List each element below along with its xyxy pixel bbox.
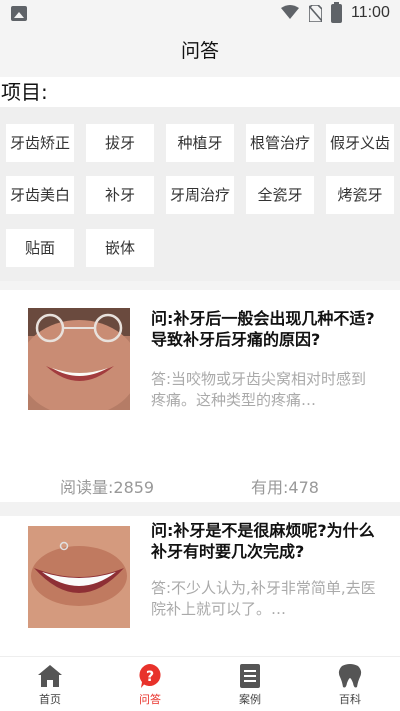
tag-periodontal[interactable]: 牙周治疗	[166, 176, 234, 214]
category-label: 项目:	[0, 77, 400, 107]
article-question: 问:补牙后一般会出现几种不适?导致补牙后牙痛的原因?	[151, 309, 375, 349]
tab-wiki[interactable]: 百科	[300, 657, 400, 711]
page-title: 问答	[180, 40, 219, 62]
tag-root-canal[interactable]: 根管治疗	[246, 124, 314, 162]
article-question: 问:补牙是不是很麻烦呢?为什么补牙有时要几次完成?	[151, 521, 375, 561]
tag-whitening[interactable]: 牙齿美白	[6, 176, 74, 214]
article-card[interactable]: 问:补牙后一般会出现几种不适?导致补牙后牙痛的原因? 答:当咬物或牙齿尖窝相对时…	[0, 290, 400, 502]
article-card[interactable]: 问:补牙是不是很麻烦呢?为什么补牙有时要几次完成? 答:不少人认为,补牙非常简单…	[0, 516, 400, 656]
tag-implant[interactable]: 种植牙	[166, 124, 234, 162]
article-answer: 答:不少人认为,补牙非常简单,去医院补上就可以了。…	[151, 579, 376, 618]
article-thumbnail	[28, 308, 130, 410]
tooth-icon	[338, 664, 362, 688]
tab-home[interactable]: 首页	[0, 657, 100, 711]
battery-icon	[331, 2, 342, 23]
image-notification-icon	[11, 6, 27, 21]
tab-home-label: 首页	[39, 693, 61, 706]
useful-count: 有用:478	[251, 478, 319, 497]
status-time: 11:00	[351, 4, 390, 21]
wifi-icon	[281, 5, 299, 19]
question-icon: ?	[139, 664, 161, 688]
svg-text:?: ?	[146, 669, 154, 685]
title-bar: 问答	[0, 28, 400, 76]
tag-filling[interactable]: 补牙	[86, 176, 154, 214]
tag-veneer[interactable]: 贴面	[6, 229, 74, 267]
tag-extraction[interactable]: 拔牙	[86, 124, 154, 162]
tab-cases[interactable]: 案例	[200, 657, 300, 711]
article-thumbnail	[28, 526, 130, 628]
article-list: 问:补牙后一般会出现几种不适?导致补牙后牙痛的原因? 答:当咬物或牙齿尖窝相对时…	[0, 290, 400, 656]
tag-orthodontics[interactable]: 牙齿矫正	[6, 124, 74, 162]
home-icon	[38, 665, 62, 687]
tab-qa-label: 问答	[139, 693, 161, 706]
status-bar: 11:00	[0, 0, 400, 28]
tag-inlay[interactable]: 嵌体	[86, 229, 154, 267]
tab-qa[interactable]: ? 问答	[100, 657, 200, 711]
tag-porcelain[interactable]: 烤瓷牙	[326, 176, 394, 214]
bottom-tab-bar: 首页 ? 问答 案例 百科	[0, 656, 400, 711]
tag-all-ceramic[interactable]: 全瓷牙	[246, 176, 314, 214]
document-icon	[240, 664, 260, 688]
tab-cases-label: 案例	[239, 693, 261, 706]
no-sim-icon	[309, 5, 322, 22]
category-tags: 牙齿矫正 拔牙 种植牙 根管治疗 假牙义齿 牙齿美白 补牙 牙周治疗 全瓷牙 烤…	[0, 107, 400, 281]
article-answer: 答:当咬物或牙齿尖窝相对时感到疼痛。这种类型的疼痛…	[151, 370, 367, 409]
tag-dentures[interactable]: 假牙义齿	[326, 124, 394, 162]
divider	[0, 502, 400, 516]
read-count: 阅读量:2859	[60, 478, 155, 497]
tab-wiki-label: 百科	[339, 693, 361, 706]
